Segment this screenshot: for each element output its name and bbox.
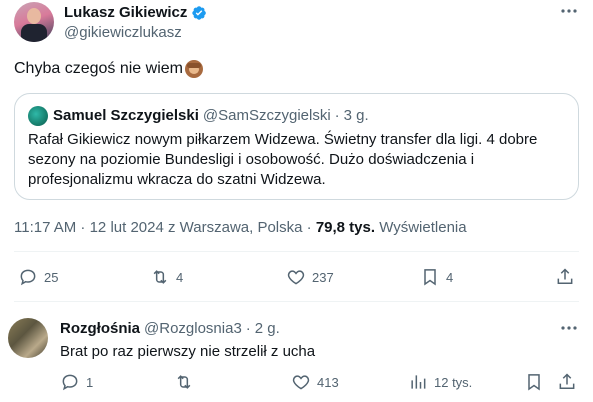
see-no-evil-monkey-icon [184, 60, 203, 78]
quoted-tweet[interactable]: Samuel Szczygielski @SamSzczygielski · 3… [14, 93, 579, 200]
tweet-timestamp[interactable]: 11:17 AM · 12 lut 2024 z Warszawa, Polsk… [14, 219, 312, 236]
reply-author-handle[interactable]: @Rozglosnia3 [144, 320, 242, 337]
tweet-text: Chyba czegoś nie wiem [14, 60, 203, 78]
retweet-count: 4 [176, 269, 184, 285]
reply-text: Brat po raz pierwszy nie strzelił z ucha [60, 343, 316, 360]
quote-time: 3 g. [343, 107, 369, 124]
author-name-text: Lukasz Gikiewicz [64, 4, 188, 21]
quote-author-avatar [28, 106, 48, 126]
reply-retweet-button[interactable] [174, 372, 200, 392]
divider [14, 301, 579, 302]
like-button[interactable]: 237 [286, 267, 334, 287]
author-name[interactable]: Lukasz Gikiewicz [64, 4, 207, 21]
reply-views-count: 12 tys. [434, 374, 473, 390]
tweet-text-content: Chyba czegoś nie wiem [14, 60, 183, 77]
reply-separator: · [245, 320, 251, 337]
views-label: Wyświetlenia [379, 219, 467, 236]
retweet-icon [153, 270, 167, 284]
quote-text: Rafał Gikiewicz nowym piłkarzem Widzewa.… [28, 131, 538, 188]
reply-author-name[interactable]: Rozgłośnia [60, 320, 140, 337]
reply-reply-button[interactable]: 1 [60, 372, 93, 392]
reply-icon [62, 374, 78, 391]
retweet-icon [177, 375, 191, 389]
verified-badge-icon [192, 5, 207, 20]
reply-header: Rozgłośnia @Rozglosnia3 · 2 g. [60, 320, 280, 337]
quote-author-name: Samuel Szczygielski [53, 107, 199, 124]
reply-count: 25 [44, 269, 59, 285]
more-options-icon[interactable] [559, 3, 579, 19]
views-count: 79,8 tys. [315, 219, 376, 236]
reply-views-button[interactable]: 12 tys. [408, 372, 472, 392]
reply-share-button[interactable] [557, 372, 577, 392]
reply-button[interactable]: 25 [18, 267, 58, 287]
bookmark-icon [528, 374, 540, 391]
heart-icon [287, 270, 305, 285]
reply-bookmark-button[interactable] [524, 372, 544, 392]
reply-icon [20, 269, 36, 286]
share-icon [557, 268, 573, 284]
heart-icon [292, 375, 310, 390]
share-icon [559, 373, 575, 389]
quote-header: Samuel Szczygielski @SamSzczygielski · 3… [53, 107, 369, 124]
bookmark-icon [424, 269, 436, 286]
reply-author-avatar[interactable] [8, 318, 48, 358]
like-count: 237 [312, 269, 334, 285]
analytics-icon [411, 375, 426, 389]
reply-like-button[interactable]: 413 [291, 372, 339, 392]
quote-author-handle: @SamSzczygielski [202, 107, 331, 124]
share-button[interactable] [555, 267, 575, 287]
reply-time[interactable]: 2 g. [255, 320, 280, 337]
retweet-button[interactable]: 4 [150, 267, 183, 287]
quote-separator: · [334, 107, 340, 124]
reply-like-count: 413 [317, 374, 339, 390]
bookmark-count: 4 [446, 269, 454, 285]
author-handle[interactable]: @gikiewiczlukasz [64, 24, 182, 41]
reply-more-options-icon[interactable] [559, 320, 579, 336]
reply-reply-count: 1 [86, 374, 94, 390]
divider [14, 251, 579, 252]
author-avatar[interactable] [14, 2, 54, 42]
tweet-metadata: 11:17 AM · 12 lut 2024 z Warszawa, Polsk… [14, 219, 467, 236]
bookmark-button[interactable]: 4 [420, 267, 453, 287]
